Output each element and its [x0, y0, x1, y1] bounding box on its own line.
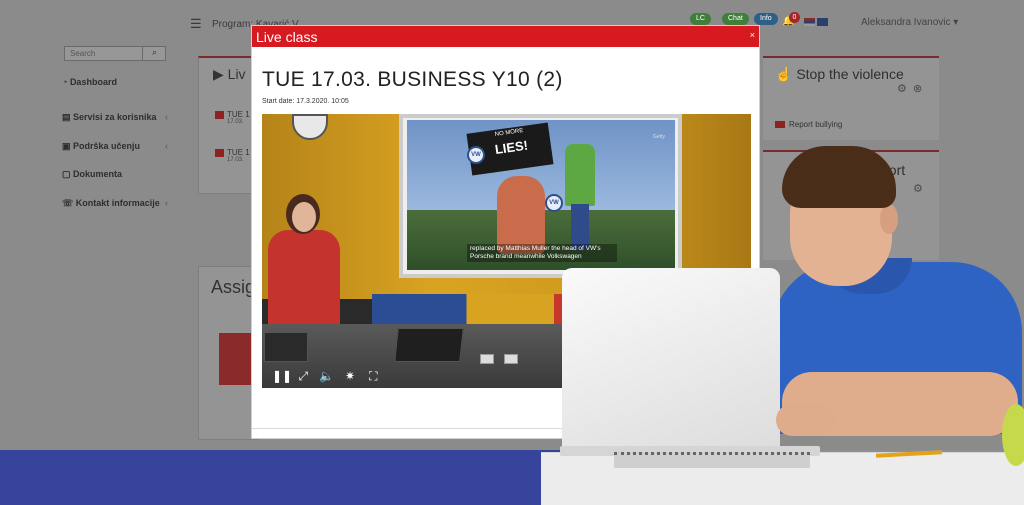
pinocchio-figure — [497, 176, 545, 254]
mail-icon — [775, 121, 785, 129]
stop-violence-title-text: Stop the violence — [796, 66, 904, 82]
stop-violence-card: ☝ Stop the violence ⚙ ⊗ Report bullying — [763, 56, 939, 140]
class-title: TUE 17.03. BUSINESS Y10 (2) — [262, 68, 563, 91]
sign-top-text: NO MORE — [494, 128, 524, 138]
protester-figure — [565, 144, 595, 206]
wall-outlet — [504, 354, 518, 364]
live-row-date: 17.03. — [227, 119, 244, 125]
sidebar-item-label: Servisi za korisnika — [73, 112, 157, 122]
teacher-face — [292, 202, 316, 232]
assignments-card: Assig — [198, 266, 259, 440]
boy-hand — [776, 404, 836, 436]
search-icon[interactable]: ⌕ — [142, 46, 166, 61]
projector-screen: NO MORE LIES! VW VW replaced by Matthias… — [399, 114, 682, 278]
pause-icon[interactable]: ❚❚ — [272, 368, 292, 384]
assignments-title: Assig — [211, 277, 256, 297]
live-row-title: TUE 1 — [227, 110, 250, 119]
sidebar-item-kontakt[interactable]: ☏ Kontakt informacije ‹ — [62, 198, 174, 209]
apple — [1002, 404, 1024, 466]
vw-logo: VW — [545, 194, 563, 212]
live-class-card: ▶ Liv TUE 1 17.03. TUE 1 17.03. — [198, 56, 258, 194]
stop-violence-title: ☝ Stop the violence — [775, 66, 904, 82]
gear-icon[interactable]: ⚙ — [897, 82, 907, 95]
desk-laptop — [394, 328, 464, 362]
sidebar-item-podrska[interactable]: ▣ Podrška učenju ‹ — [62, 141, 174, 152]
info-pill[interactable]: Info — [754, 13, 778, 25]
sign-main-text: LIES! — [493, 137, 529, 158]
fullscreen-icon[interactable]: ⛶ — [365, 368, 381, 384]
live-class-row[interactable]: TUE 1 17.03. — [215, 110, 250, 125]
chevron-icon: ‹ — [165, 141, 168, 151]
report-bullying-link[interactable]: Report bullying — [775, 120, 842, 129]
sidebar: Search ⌕ ◔ Dashboard ▤ Servisi za korisn… — [60, 40, 178, 440]
wall-outlet — [480, 354, 494, 364]
sidebar-item-label: Podrška učenju — [73, 141, 141, 151]
close-circle-icon[interactable]: ⊗ — [913, 82, 922, 95]
modal-title: Live class — [256, 29, 318, 45]
desk-laptop — [264, 332, 308, 362]
notification-badge: 0 — [789, 12, 800, 23]
sidebar-item-dashboard[interactable]: ◔ Dashboard — [62, 77, 174, 87]
sidebar-item-dokumenta[interactable]: ▢ Dokumenta — [62, 169, 174, 180]
live-row-date: 17.03. — [227, 157, 244, 163]
video-controls: ❚❚ ⤢ 🔈 ✷ ⛶ — [272, 368, 385, 384]
resize-icon[interactable]: ⤢ — [295, 368, 311, 384]
live-card-title: ▶ Liv — [213, 66, 246, 82]
boy-ear — [880, 204, 898, 234]
video-caption: replaced by Matthias Muller the head of … — [467, 244, 617, 262]
chat-pill[interactable]: Chat — [722, 13, 749, 25]
sidebar-item-label: Dashboard — [69, 77, 117, 87]
serbian-flag-icon[interactable] — [804, 18, 815, 26]
chevron-icon: ‹ — [165, 198, 168, 208]
user-name: Aleksandra Ivanovic — [861, 17, 951, 28]
blue-band — [0, 450, 560, 505]
uk-flag-icon[interactable] — [817, 18, 828, 26]
projected-image: NO MORE LIES! VW VW replaced by Matthias… — [407, 120, 675, 270]
hamburger-menu-icon[interactable]: ☰ — [190, 16, 202, 32]
video-icon — [215, 110, 224, 119]
settings-icon[interactable]: ✷ — [342, 368, 358, 384]
boy-hair — [782, 146, 896, 208]
getty-watermark: Getty — [653, 134, 665, 140]
sidebar-item-label: Dokumenta — [73, 169, 123, 179]
live-class-row[interactable]: TUE 1 17.03. — [215, 148, 250, 163]
modal-header: Live class × — [252, 26, 759, 47]
report-bullying-label: Report bullying — [789, 120, 843, 129]
gear-icon[interactable]: ⚙ — [913, 182, 923, 195]
close-icon[interactable]: × — [750, 30, 755, 40]
chevron-icon: ‹ — [165, 112, 168, 122]
sidebar-item-label: Kontakt informacije — [75, 198, 160, 208]
user-menu[interactable]: Aleksandra Ivanovic ▾ — [861, 17, 958, 28]
spiral-notebook — [614, 452, 810, 468]
video-icon — [215, 148, 224, 157]
vw-logo: VW — [467, 146, 485, 164]
sidebar-item-servisi[interactable]: ▤ Servisi za korisnika ‹ — [62, 112, 174, 123]
lc-pill[interactable]: LC — [690, 13, 711, 25]
start-date: Start date: 17.3.2020. 10:05 — [262, 98, 349, 105]
live-card-title-text: Liv — [227, 66, 246, 82]
volume-icon[interactable]: 🔈 — [319, 368, 335, 384]
laptop-lid — [562, 268, 780, 454]
live-row-title: TUE 1 — [227, 148, 250, 157]
